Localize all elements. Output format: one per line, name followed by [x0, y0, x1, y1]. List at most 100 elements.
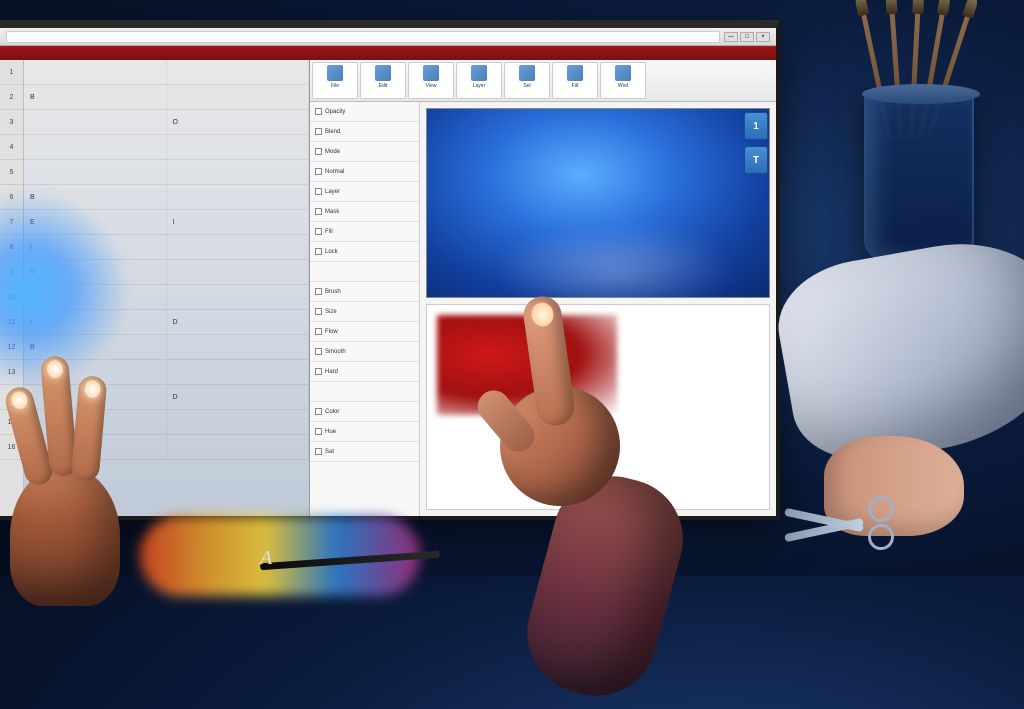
row-header[interactable]: 9 — [0, 260, 23, 285]
cell[interactable]: D — [167, 385, 310, 409]
checkbox-icon[interactable] — [315, 308, 322, 315]
checkbox-icon[interactable] — [315, 108, 322, 115]
row-header[interactable]: 7 — [0, 210, 23, 235]
row-header[interactable]: 10 — [0, 285, 23, 310]
cell[interactable]: I — [24, 235, 167, 259]
checkbox-icon[interactable] — [315, 368, 322, 375]
row-header[interactable]: 1 — [0, 60, 23, 85]
tool-group[interactable]: Layer — [456, 62, 502, 99]
tool-group[interactable]: Wnd — [600, 62, 646, 99]
ribbon-tab[interactable] — [6, 49, 12, 58]
prop-item[interactable]: Normal — [310, 162, 419, 182]
prop-item[interactable]: Hard — [310, 362, 419, 382]
cell[interactable] — [167, 60, 310, 84]
row-header[interactable]: 4 — [0, 135, 23, 160]
checkbox-icon[interactable] — [315, 328, 322, 335]
scissors — [784, 496, 904, 556]
prop-item[interactable]: Mode — [310, 142, 419, 162]
cell[interactable] — [167, 435, 310, 459]
checkbox-icon[interactable] — [315, 408, 322, 415]
checkbox-icon[interactable] — [315, 228, 322, 235]
prop-item[interactable]: Opacity — [310, 102, 419, 122]
prop-item[interactable] — [310, 262, 419, 282]
cell[interactable] — [167, 135, 310, 159]
tool-icon — [423, 65, 439, 81]
close-button[interactable]: × — [756, 32, 770, 42]
prop-item[interactable]: Mask — [310, 202, 419, 222]
tool-icon — [375, 65, 391, 81]
property-panel: Opacity Blend Mode Normal Layer Mask Fil… — [310, 102, 420, 516]
cell[interactable] — [167, 160, 310, 184]
tool-group[interactable]: Filt — [552, 62, 598, 99]
side-button-bottom[interactable]: T — [744, 146, 768, 174]
prop-item[interactable]: Sat — [310, 442, 419, 462]
cell[interactable] — [24, 285, 167, 309]
prop-item[interactable]: Color — [310, 402, 419, 422]
prop-item[interactable]: Lock — [310, 242, 419, 262]
checkbox-icon[interactable] — [315, 208, 322, 215]
checkbox-icon[interactable] — [315, 248, 322, 255]
cell[interactable] — [167, 85, 310, 109]
editor-toolbar: File Edit View Layer Sel Filt Wnd — [310, 60, 776, 102]
window-titlebar: — □ × — [0, 28, 776, 46]
tool-group[interactable]: View — [408, 62, 454, 99]
row-header[interactable]: 8 — [0, 235, 23, 260]
tool-group[interactable]: Sel — [504, 62, 550, 99]
cell[interactable] — [167, 335, 310, 359]
checkbox-icon[interactable] — [315, 448, 322, 455]
checkbox-icon[interactable] — [315, 428, 322, 435]
tool-group[interactable]: File — [312, 62, 358, 99]
cell[interactable] — [167, 285, 310, 309]
row-header[interactable]: 6 — [0, 185, 23, 210]
prop-item[interactable]: Fill — [310, 222, 419, 242]
brush-jar — [864, 90, 974, 260]
cell[interactable] — [167, 410, 310, 434]
row-header[interactable]: 5 — [0, 160, 23, 185]
address-bar[interactable] — [6, 31, 720, 43]
cell[interactable]: D — [167, 310, 310, 334]
cell[interactable] — [167, 360, 310, 384]
checkbox-icon[interactable] — [315, 348, 322, 355]
cell[interactable] — [24, 60, 167, 84]
cell[interactable] — [167, 260, 310, 284]
prop-item[interactable]: Blend — [310, 122, 419, 142]
cell[interactable]: B — [24, 185, 167, 209]
checkbox-icon[interactable] — [315, 168, 322, 175]
row-header[interactable]: 2 — [0, 85, 23, 110]
row-header[interactable]: 3 — [0, 110, 23, 135]
cell[interactable] — [167, 185, 310, 209]
maximize-button[interactable]: □ — [740, 32, 754, 42]
right-hand-pointing — [420, 296, 700, 656]
tool-group[interactable]: Edit — [360, 62, 406, 99]
cell[interactable]: I — [167, 210, 310, 234]
checkbox-icon[interactable] — [315, 128, 322, 135]
tool-icon — [567, 65, 583, 81]
canvas-preview[interactable] — [426, 108, 770, 298]
cell[interactable]: B — [24, 85, 167, 109]
corner-logo: A — [260, 547, 272, 570]
side-button-top[interactable]: 1 — [744, 112, 768, 140]
cell[interactable]: O — [167, 110, 310, 134]
minimize-button[interactable]: — — [724, 32, 738, 42]
checkbox-icon[interactable] — [315, 288, 322, 295]
prop-item[interactable]: Smooth — [310, 342, 419, 362]
window-controls: — □ × — [724, 32, 770, 42]
prop-item[interactable] — [310, 382, 419, 402]
tool-icon — [471, 65, 487, 81]
cell[interactable] — [24, 110, 167, 134]
prop-item[interactable]: Hue — [310, 422, 419, 442]
cell[interactable] — [24, 160, 167, 184]
prop-item[interactable]: Brush — [310, 282, 419, 302]
cloud-texture — [495, 222, 734, 298]
cell[interactable]: E — [24, 210, 167, 234]
cell[interactable] — [24, 135, 167, 159]
cell[interactable] — [167, 235, 310, 259]
tool-icon — [615, 65, 631, 81]
checkbox-icon[interactable] — [315, 188, 322, 195]
prop-item[interactable]: Flow — [310, 322, 419, 342]
prop-item[interactable]: Size — [310, 302, 419, 322]
checkbox-icon[interactable] — [315, 148, 322, 155]
tool-icon — [327, 65, 343, 81]
prop-item[interactable]: Layer — [310, 182, 419, 202]
cell[interactable]: D — [24, 260, 167, 284]
